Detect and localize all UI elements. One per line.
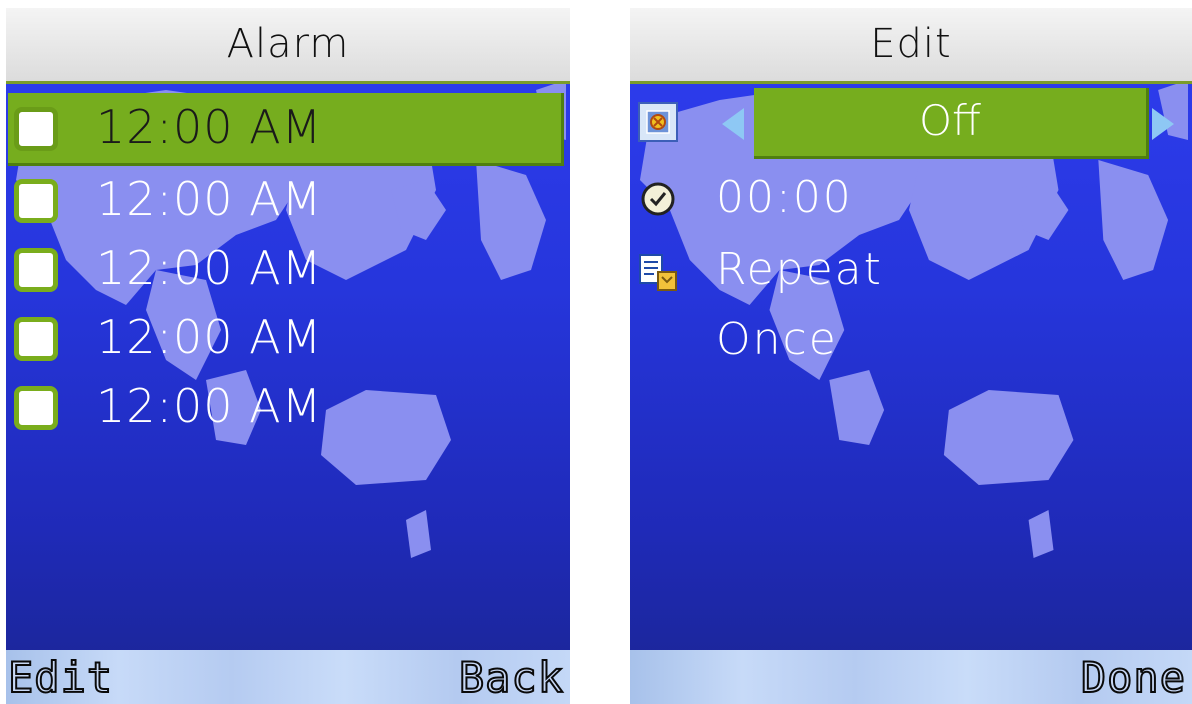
repeat-row[interactable]: Repeat	[630, 238, 1192, 308]
repeat-value: Once	[716, 314, 838, 365]
alarm-checkbox-4[interactable]	[14, 317, 58, 361]
repeat-icon	[638, 252, 680, 298]
alarm-item-1[interactable]: 12:00 AM	[8, 93, 564, 166]
repeat-value-row[interactable]: Once	[630, 308, 1192, 378]
alarm-time-value: 00:00	[716, 172, 853, 223]
softkey-bar: Edit Back	[6, 650, 570, 704]
edit-title: Edit	[630, 8, 1192, 84]
done-softkey[interactable]: Done	[1080, 653, 1186, 703]
edit-softkey[interactable]: Edit	[7, 653, 113, 703]
back-softkey[interactable]: Back	[458, 653, 564, 703]
alarm-item-4[interactable]: 12:00 AM	[8, 303, 564, 373]
alarm-state-value[interactable]: Off	[754, 88, 1149, 159]
left-arrow-icon[interactable]	[722, 108, 744, 140]
alarm-item-2[interactable]: 12:00 AM	[8, 165, 564, 235]
alarm-item-5[interactable]: 12:00 AM	[8, 372, 564, 442]
alarm-time-3: 12:00 AM	[96, 241, 323, 295]
alarm-time-4: 12:00 AM	[96, 310, 323, 364]
right-arrow-icon[interactable]	[1152, 108, 1174, 140]
alarm-time-2: 12:00 AM	[96, 172, 323, 226]
alarm-time-row[interactable]: 00:00	[630, 166, 1192, 236]
alarm-checkbox-2[interactable]	[14, 179, 58, 223]
alarm-item-3[interactable]: 12:00 AM	[8, 234, 564, 304]
alarm-screen: Alarm 12:00 AM 12:00 AM 12:00 AM 12:00 A…	[6, 8, 570, 704]
alarm-time-1: 12:00 AM	[96, 100, 323, 154]
alarm-checkbox-3[interactable]	[14, 248, 58, 292]
alarm-status-icon	[638, 102, 678, 146]
alarm-checkbox-1[interactable]	[14, 107, 58, 151]
edit-screen: Edit Off 00:00 Repeat Once Done	[630, 8, 1192, 704]
alarm-state-row[interactable]: Off	[630, 88, 1192, 159]
alarm-title: Alarm	[6, 8, 570, 84]
clock-icon	[640, 180, 676, 220]
alarm-time-5: 12:00 AM	[96, 379, 323, 433]
softkey-bar: Done	[630, 650, 1192, 704]
alarm-checkbox-5[interactable]	[14, 386, 58, 430]
repeat-label: Repeat	[716, 244, 883, 295]
